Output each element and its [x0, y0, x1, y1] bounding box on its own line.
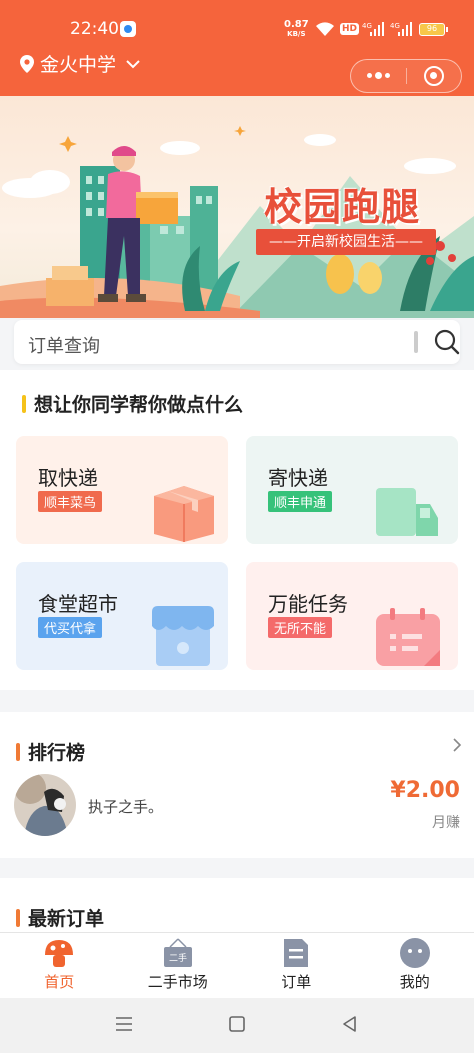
tab-label: 二手市场	[147, 973, 208, 991]
location-selector[interactable]: 金火中学	[20, 50, 140, 77]
package-box-icon	[154, 486, 214, 542]
header-bar: 22:40 0.87 KB/S HD 4G 4G 96 金火中学	[0, 0, 474, 96]
order-search-input[interactable]: 订单查询	[14, 320, 460, 364]
document-icon	[284, 939, 309, 967]
back-triangle-icon[interactable]	[340, 1014, 360, 1034]
tab-label: 我的	[399, 973, 430, 991]
calendar-task-icon	[376, 608, 440, 666]
tab-profile[interactable]: 我的	[356, 933, 474, 998]
service-canteen-market[interactable]: 食堂超市 代买代拿	[16, 562, 228, 670]
location-pin-icon	[20, 54, 34, 73]
more-dots-icon	[366, 72, 390, 79]
tab-orders[interactable]: 订单	[237, 933, 356, 998]
services-panel: 想让你同学帮你做点什么 取快递 顺丰菜鸟 寄快递 顺丰申通 食堂超市 代买代拿 …	[0, 370, 474, 690]
service-universal-task[interactable]: 万能任务 无所不能	[246, 562, 458, 670]
service-tag: 代买代拿	[38, 617, 103, 638]
second-hand-sign-icon: 二手	[163, 938, 192, 967]
delivery-truck-icon	[376, 488, 438, 536]
chevron-down-icon	[126, 59, 140, 68]
banner-title: 校园跑腿	[264, 185, 421, 229]
signal-icon: 4G	[362, 22, 384, 36]
wifi-icon	[316, 22, 334, 36]
service-tag: 顺丰菜鸟	[38, 491, 103, 512]
tab-home[interactable]: 首页	[0, 933, 119, 998]
battery-icon: 96	[419, 23, 448, 36]
section-accent-mark	[22, 394, 26, 413]
services-section-title: 想让你同学帮你做点什么	[22, 390, 243, 417]
services-title-text: 想让你同学帮你做点什么	[34, 394, 244, 416]
close-button[interactable]	[407, 60, 462, 92]
status-bar: 22:40 0.87 KB/S HD 4G 4G 96	[0, 0, 474, 46]
orders-title-text: 最新订单	[28, 908, 105, 930]
service-name: 食堂超市	[38, 592, 118, 616]
more-button[interactable]	[351, 60, 406, 92]
store-icon	[152, 606, 214, 666]
target-icon	[423, 66, 444, 86]
tab-label: 首页	[44, 973, 75, 991]
rank-nickname: 执子之手。	[88, 798, 164, 816]
network-1-label: 4G	[362, 22, 372, 30]
orders-section-title: 最新订单	[16, 904, 104, 931]
system-navigation-bar	[0, 998, 474, 1053]
app-notification-icon	[120, 21, 136, 37]
latest-orders-panel: 最新订单	[0, 878, 474, 938]
section-accent-mark	[16, 742, 20, 761]
promo-banner[interactable]: 校园跑腿 ——开启新校园生活——	[0, 96, 474, 318]
status-time: 22:40	[70, 19, 119, 39]
speed-unit: KB/S	[287, 30, 306, 38]
service-pickup-express[interactable]: 取快递 顺丰菜鸟	[16, 436, 228, 544]
section-accent-mark	[16, 908, 20, 927]
service-tag: 顺丰申通	[268, 491, 333, 512]
hd-badge: HD	[340, 23, 360, 35]
service-name: 取快递	[38, 466, 98, 490]
network-speed: 0.87 KB/S	[284, 20, 309, 39]
tab-second-hand-market[interactable]: 二手 二手市场	[119, 933, 238, 998]
ranking-section-title[interactable]: 排行榜	[16, 738, 85, 765]
rank-amount-label: 月赚	[432, 815, 460, 831]
network-2-label: 4G	[390, 22, 400, 30]
search-placeholder: 订单查询	[28, 336, 100, 357]
search-icon[interactable]	[434, 329, 460, 355]
menu-icon[interactable]	[114, 1014, 134, 1034]
signal-icon: 4G	[390, 22, 412, 36]
service-send-express[interactable]: 寄快递 顺丰申通	[246, 436, 458, 544]
banner-subtitle: ——开启新校园生活——	[256, 229, 436, 255]
mini-program-capsule	[350, 59, 462, 93]
service-name: 万能任务	[268, 592, 348, 616]
text-cursor	[414, 331, 418, 353]
second-hand-sign-text: 二手	[169, 952, 187, 964]
tab-label: 订单	[281, 973, 312, 991]
user-face-icon	[399, 938, 430, 968]
speed-value: 0.87	[284, 19, 309, 30]
home-mushroom-icon	[45, 940, 74, 967]
ranking-panel: 排行榜 执子之手。 ¥2.00 月赚	[0, 712, 474, 858]
ranking-title-text: 排行榜	[28, 742, 86, 764]
avatar[interactable]	[14, 774, 76, 836]
chevron-right-icon[interactable]	[452, 738, 462, 752]
bottom-tab-bar: 首页 二手 二手市场 订单 我的	[0, 932, 474, 998]
home-square-icon[interactable]	[227, 1014, 247, 1034]
avatar-photo	[14, 774, 76, 836]
service-name: 寄快递	[268, 466, 328, 490]
location-name: 金火中学	[40, 54, 117, 76]
service-tag: 无所不能	[268, 617, 333, 638]
rank-amount: ¥2.00	[390, 778, 460, 803]
